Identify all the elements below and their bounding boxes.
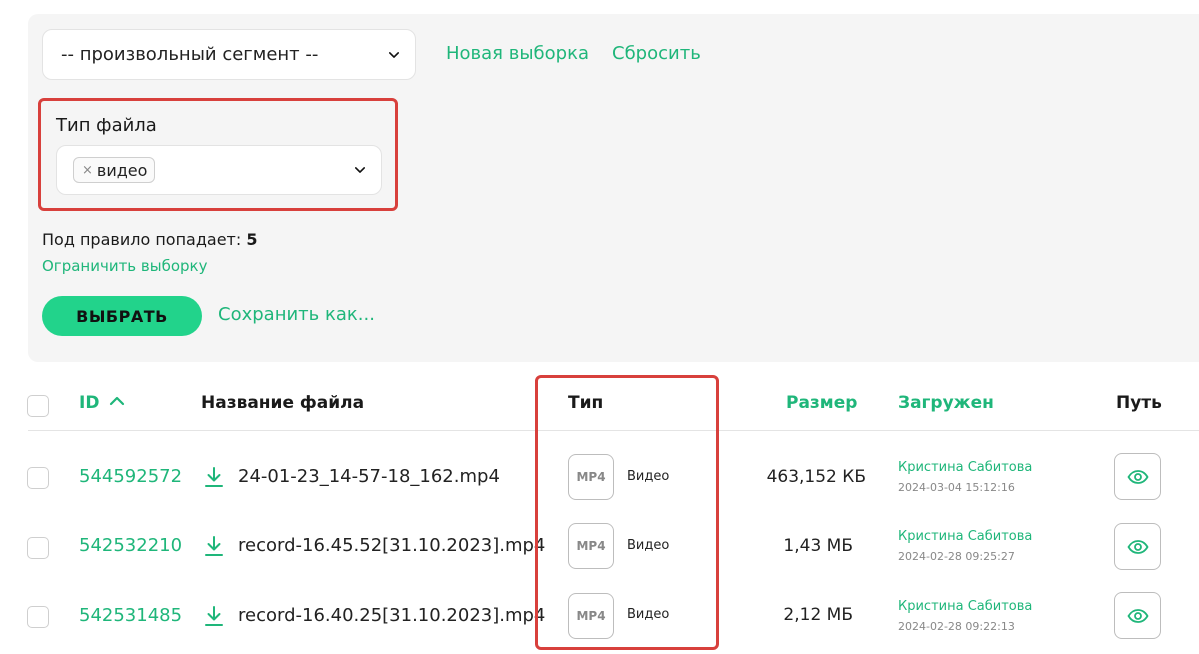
column-header-path[interactable]: Путь	[1116, 393, 1162, 413]
column-header-id-label: ID	[79, 393, 100, 413]
file-size: 1,43 МБ	[783, 536, 853, 556]
view-path-button[interactable]	[1114, 453, 1161, 500]
chevron-up-icon	[110, 396, 125, 406]
chevron-down-icon	[389, 50, 399, 60]
view-path-button[interactable]	[1114, 592, 1161, 639]
tag-remove-icon[interactable]: ×	[82, 164, 93, 177]
new-sample-link[interactable]: Новая выборка	[446, 43, 589, 64]
chevron-down-icon	[355, 165, 365, 175]
save-as-link[interactable]: Сохранить как...	[218, 304, 375, 325]
row-checkbox[interactable]	[27, 606, 49, 628]
column-header-id[interactable]: ID	[79, 393, 125, 413]
segment-select[interactable]: -- произвольный сегмент --	[42, 29, 416, 80]
eye-icon	[1127, 469, 1148, 484]
uploader-link[interactable]: Кристина Сабитова	[898, 460, 1032, 475]
segment-select-value: -- произвольный сегмент --	[61, 44, 319, 65]
upload-date: 2024-02-28 09:25:27	[898, 550, 1015, 563]
file-name: 24-01-23_14-57-18_162.mp4	[238, 466, 500, 487]
limit-sample-link[interactable]: Ограничить выборку	[42, 257, 207, 275]
reset-link[interactable]: Сбросить	[612, 43, 701, 64]
filetype-tag: × видео	[73, 157, 156, 183]
select-button[interactable]: ВЫБРАТЬ	[42, 296, 202, 336]
rule-count-prefix: Под правило попадает:	[42, 230, 242, 249]
row-id-link[interactable]: 544592572	[79, 466, 182, 487]
view-path-button[interactable]	[1114, 523, 1161, 570]
upload-date: 2024-03-04 15:12:16	[898, 481, 1015, 494]
row-id-link[interactable]: 542531485	[79, 605, 182, 626]
eye-icon	[1127, 539, 1148, 554]
uploader-link[interactable]: Кристина Сабитова	[898, 599, 1032, 614]
column-header-name[interactable]: Название файла	[201, 393, 364, 413]
file-size: 463,152 КБ	[766, 467, 866, 487]
uploader-link[interactable]: Кристина Сабитова	[898, 529, 1032, 544]
row-checkbox[interactable]	[27, 537, 49, 559]
row-id-link[interactable]: 542532210	[79, 535, 182, 556]
file-name: record-16.40.25[31.10.2023].mp4	[238, 605, 546, 626]
filetype-select[interactable]: × видео	[56, 145, 382, 195]
filetype-label: Тип файла	[56, 115, 157, 136]
type-column-highlight-frame	[535, 375, 719, 650]
column-header-uploaded[interactable]: Загружен	[898, 393, 994, 413]
download-icon[interactable]	[204, 466, 224, 488]
file-name: record-16.45.52[31.10.2023].mp4	[238, 535, 546, 556]
upload-date: 2024-02-28 09:22:13	[898, 620, 1015, 633]
rule-count-value: 5	[246, 230, 258, 249]
column-header-size[interactable]: Размер	[786, 393, 857, 413]
rule-count: Под правило попадает: 5	[42, 230, 258, 249]
filetype-tag-label: видео	[96, 160, 148, 180]
file-size: 2,12 МБ	[783, 605, 853, 625]
eye-icon	[1127, 608, 1148, 623]
download-icon[interactable]	[204, 605, 224, 627]
select-all-checkbox[interactable]	[27, 395, 49, 417]
row-checkbox[interactable]	[27, 467, 49, 489]
download-icon[interactable]	[204, 535, 224, 557]
